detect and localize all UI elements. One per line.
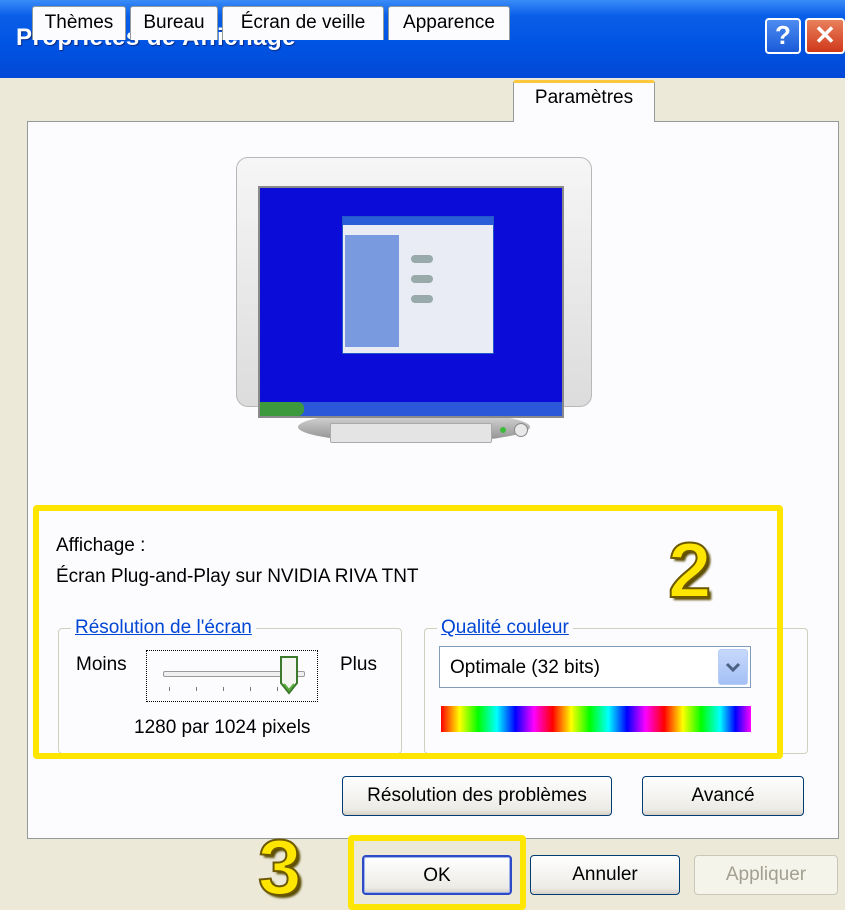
cancel-button[interactable]: Annuler [530,855,680,895]
tab-screensaver[interactable]: Écran de veille [222,6,384,40]
tab-themes[interactable]: Thèmes [32,6,126,40]
troubleshoot-button[interactable]: Résolution des problèmes [342,776,612,816]
step-2-number: 2 [667,525,712,615]
close-button[interactable]: ✕ [805,18,845,54]
help-icon: ? [775,20,791,50]
close-icon: ✕ [814,20,836,50]
apply-button[interactable]: Appliquer [694,855,838,895]
tab-appearance[interactable]: Apparence [388,6,510,40]
step-3-number: 3 [257,822,302,910]
ok-button[interactable]: OK [362,855,512,895]
advanced-button[interactable]: Avancé [642,776,804,816]
help-button[interactable]: ? [765,18,801,54]
tab-desktop[interactable]: Bureau [130,6,218,40]
monitor-screen [258,186,564,418]
display-properties-window: Propriétés de Affichage ? ✕ Thèmes Burea… [0,0,845,910]
tab-settings[interactable]: Paramètres [513,80,655,122]
